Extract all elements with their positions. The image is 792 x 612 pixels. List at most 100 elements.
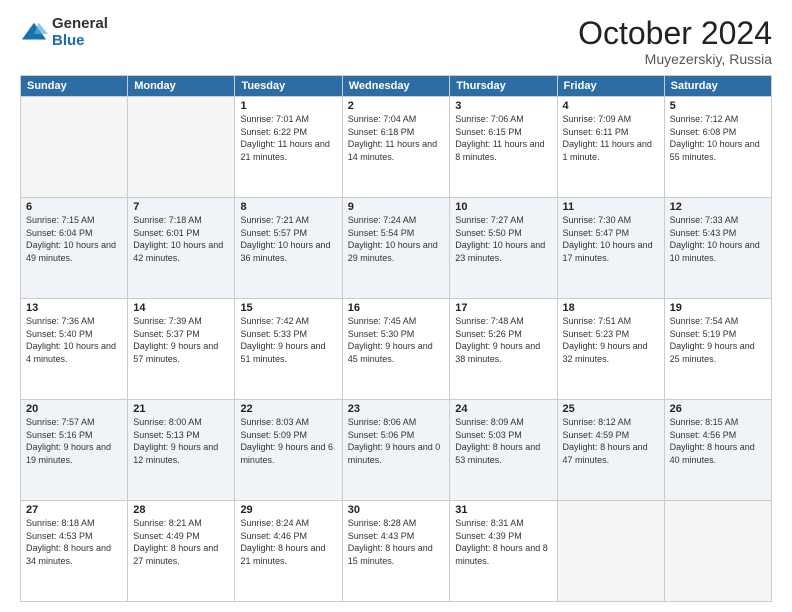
calendar-cell: 23Sunrise: 8:06 AMSunset: 5:06 PMDayligh… bbox=[342, 400, 450, 501]
day-number: 1 bbox=[240, 100, 336, 112]
day-info: Sunrise: 8:00 AMSunset: 5:13 PMDaylight:… bbox=[133, 416, 229, 466]
day-number: 30 bbox=[348, 504, 445, 516]
day-number: 10 bbox=[455, 201, 551, 213]
day-info: Sunrise: 7:48 AMSunset: 5:26 PMDaylight:… bbox=[455, 315, 551, 365]
calendar-cell: 29Sunrise: 8:24 AMSunset: 4:46 PMDayligh… bbox=[235, 501, 342, 602]
page: General Blue October 2024 Muyezerskiy, R… bbox=[0, 0, 792, 612]
calendar-cell: 27Sunrise: 8:18 AMSunset: 4:53 PMDayligh… bbox=[21, 501, 128, 602]
day-info: Sunrise: 7:57 AMSunset: 5:16 PMDaylight:… bbox=[26, 416, 122, 466]
day-info: Sunrise: 8:15 AMSunset: 4:56 PMDaylight:… bbox=[670, 416, 766, 466]
calendar-week-row: 1Sunrise: 7:01 AMSunset: 6:22 PMDaylight… bbox=[21, 97, 772, 198]
weekday-header-row: SundayMondayTuesdayWednesdayThursdayFrid… bbox=[21, 76, 772, 97]
day-number: 24 bbox=[455, 403, 551, 415]
calendar-cell: 19Sunrise: 7:54 AMSunset: 5:19 PMDayligh… bbox=[664, 299, 771, 400]
calendar-week-row: 20Sunrise: 7:57 AMSunset: 5:16 PMDayligh… bbox=[21, 400, 772, 501]
day-info: Sunrise: 7:12 AMSunset: 6:08 PMDaylight:… bbox=[670, 113, 766, 163]
day-info: Sunrise: 7:09 AMSunset: 6:11 PMDaylight:… bbox=[563, 113, 659, 163]
calendar-cell: 1Sunrise: 7:01 AMSunset: 6:22 PMDaylight… bbox=[235, 97, 342, 198]
day-number: 14 bbox=[133, 302, 229, 314]
day-number: 9 bbox=[348, 201, 445, 213]
day-number: 12 bbox=[670, 201, 766, 213]
month-title: October 2024 bbox=[578, 16, 772, 51]
day-number: 19 bbox=[670, 302, 766, 314]
day-info: Sunrise: 8:21 AMSunset: 4:49 PMDaylight:… bbox=[133, 517, 229, 567]
day-number: 20 bbox=[26, 403, 122, 415]
day-number: 7 bbox=[133, 201, 229, 213]
weekday-header: Monday bbox=[128, 76, 235, 97]
calendar-cell: 18Sunrise: 7:51 AMSunset: 5:23 PMDayligh… bbox=[557, 299, 664, 400]
day-info: Sunrise: 8:31 AMSunset: 4:39 PMDaylight:… bbox=[455, 517, 551, 567]
title-block: October 2024 Muyezerskiy, Russia bbox=[578, 16, 772, 67]
calendar-cell: 30Sunrise: 8:28 AMSunset: 4:43 PMDayligh… bbox=[342, 501, 450, 602]
day-number: 8 bbox=[240, 201, 336, 213]
day-info: Sunrise: 7:27 AMSunset: 5:50 PMDaylight:… bbox=[455, 214, 551, 264]
day-number: 31 bbox=[455, 504, 551, 516]
logo-icon bbox=[20, 19, 48, 47]
calendar-cell: 28Sunrise: 8:21 AMSunset: 4:49 PMDayligh… bbox=[128, 501, 235, 602]
calendar-cell: 14Sunrise: 7:39 AMSunset: 5:37 PMDayligh… bbox=[128, 299, 235, 400]
calendar-cell: 21Sunrise: 8:00 AMSunset: 5:13 PMDayligh… bbox=[128, 400, 235, 501]
calendar-cell: 8Sunrise: 7:21 AMSunset: 5:57 PMDaylight… bbox=[235, 198, 342, 299]
logo-text: General Blue bbox=[52, 16, 108, 49]
calendar-cell: 3Sunrise: 7:06 AMSunset: 6:15 PMDaylight… bbox=[450, 97, 557, 198]
day-number: 22 bbox=[240, 403, 336, 415]
day-info: Sunrise: 7:30 AMSunset: 5:47 PMDaylight:… bbox=[563, 214, 659, 264]
calendar-cell: 13Sunrise: 7:36 AMSunset: 5:40 PMDayligh… bbox=[21, 299, 128, 400]
weekday-header: Friday bbox=[557, 76, 664, 97]
calendar-cell: 16Sunrise: 7:45 AMSunset: 5:30 PMDayligh… bbox=[342, 299, 450, 400]
day-number: 2 bbox=[348, 100, 445, 112]
calendar-cell bbox=[128, 97, 235, 198]
calendar-week-row: 27Sunrise: 8:18 AMSunset: 4:53 PMDayligh… bbox=[21, 501, 772, 602]
day-number: 29 bbox=[240, 504, 336, 516]
day-info: Sunrise: 8:18 AMSunset: 4:53 PMDaylight:… bbox=[26, 517, 122, 567]
day-number: 6 bbox=[26, 201, 122, 213]
day-info: Sunrise: 7:01 AMSunset: 6:22 PMDaylight:… bbox=[240, 113, 336, 163]
calendar-cell: 17Sunrise: 7:48 AMSunset: 5:26 PMDayligh… bbox=[450, 299, 557, 400]
day-info: Sunrise: 7:04 AMSunset: 6:18 PMDaylight:… bbox=[348, 113, 445, 163]
day-number: 26 bbox=[670, 403, 766, 415]
day-info: Sunrise: 8:12 AMSunset: 4:59 PMDaylight:… bbox=[563, 416, 659, 466]
day-info: Sunrise: 7:42 AMSunset: 5:33 PMDaylight:… bbox=[240, 315, 336, 365]
day-info: Sunrise: 7:51 AMSunset: 5:23 PMDaylight:… bbox=[563, 315, 659, 365]
logo: General Blue bbox=[20, 16, 108, 49]
calendar-cell: 9Sunrise: 7:24 AMSunset: 5:54 PMDaylight… bbox=[342, 198, 450, 299]
day-number: 5 bbox=[670, 100, 766, 112]
header: General Blue October 2024 Muyezerskiy, R… bbox=[20, 16, 772, 67]
calendar-cell: 25Sunrise: 8:12 AMSunset: 4:59 PMDayligh… bbox=[557, 400, 664, 501]
calendar-week-row: 13Sunrise: 7:36 AMSunset: 5:40 PMDayligh… bbox=[21, 299, 772, 400]
day-info: Sunrise: 7:06 AMSunset: 6:15 PMDaylight:… bbox=[455, 113, 551, 163]
day-number: 13 bbox=[26, 302, 122, 314]
calendar-week-row: 6Sunrise: 7:15 AMSunset: 6:04 PMDaylight… bbox=[21, 198, 772, 299]
day-info: Sunrise: 7:15 AMSunset: 6:04 PMDaylight:… bbox=[26, 214, 122, 264]
weekday-header: Wednesday bbox=[342, 76, 450, 97]
calendar-cell: 6Sunrise: 7:15 AMSunset: 6:04 PMDaylight… bbox=[21, 198, 128, 299]
day-info: Sunrise: 7:45 AMSunset: 5:30 PMDaylight:… bbox=[348, 315, 445, 365]
day-info: Sunrise: 7:36 AMSunset: 5:40 PMDaylight:… bbox=[26, 315, 122, 365]
day-info: Sunrise: 7:39 AMSunset: 5:37 PMDaylight:… bbox=[133, 315, 229, 365]
calendar-cell: 10Sunrise: 7:27 AMSunset: 5:50 PMDayligh… bbox=[450, 198, 557, 299]
calendar-cell: 7Sunrise: 7:18 AMSunset: 6:01 PMDaylight… bbox=[128, 198, 235, 299]
day-info: Sunrise: 8:09 AMSunset: 5:03 PMDaylight:… bbox=[455, 416, 551, 466]
calendar-cell: 2Sunrise: 7:04 AMSunset: 6:18 PMDaylight… bbox=[342, 97, 450, 198]
location: Muyezerskiy, Russia bbox=[578, 51, 772, 67]
calendar-cell bbox=[21, 97, 128, 198]
weekday-header: Thursday bbox=[450, 76, 557, 97]
day-number: 15 bbox=[240, 302, 336, 314]
calendar-cell bbox=[557, 501, 664, 602]
day-info: Sunrise: 8:03 AMSunset: 5:09 PMDaylight:… bbox=[240, 416, 336, 466]
weekday-header: Tuesday bbox=[235, 76, 342, 97]
calendar-table: SundayMondayTuesdayWednesdayThursdayFrid… bbox=[20, 75, 772, 602]
calendar-cell bbox=[664, 501, 771, 602]
calendar-cell: 22Sunrise: 8:03 AMSunset: 5:09 PMDayligh… bbox=[235, 400, 342, 501]
day-number: 25 bbox=[563, 403, 659, 415]
day-number: 23 bbox=[348, 403, 445, 415]
day-info: Sunrise: 7:24 AMSunset: 5:54 PMDaylight:… bbox=[348, 214, 445, 264]
weekday-header: Sunday bbox=[21, 76, 128, 97]
day-info: Sunrise: 7:21 AMSunset: 5:57 PMDaylight:… bbox=[240, 214, 336, 264]
day-number: 27 bbox=[26, 504, 122, 516]
calendar-cell: 5Sunrise: 7:12 AMSunset: 6:08 PMDaylight… bbox=[664, 97, 771, 198]
day-number: 11 bbox=[563, 201, 659, 213]
day-number: 16 bbox=[348, 302, 445, 314]
calendar-cell: 11Sunrise: 7:30 AMSunset: 5:47 PMDayligh… bbox=[557, 198, 664, 299]
day-info: Sunrise: 7:54 AMSunset: 5:19 PMDaylight:… bbox=[670, 315, 766, 365]
